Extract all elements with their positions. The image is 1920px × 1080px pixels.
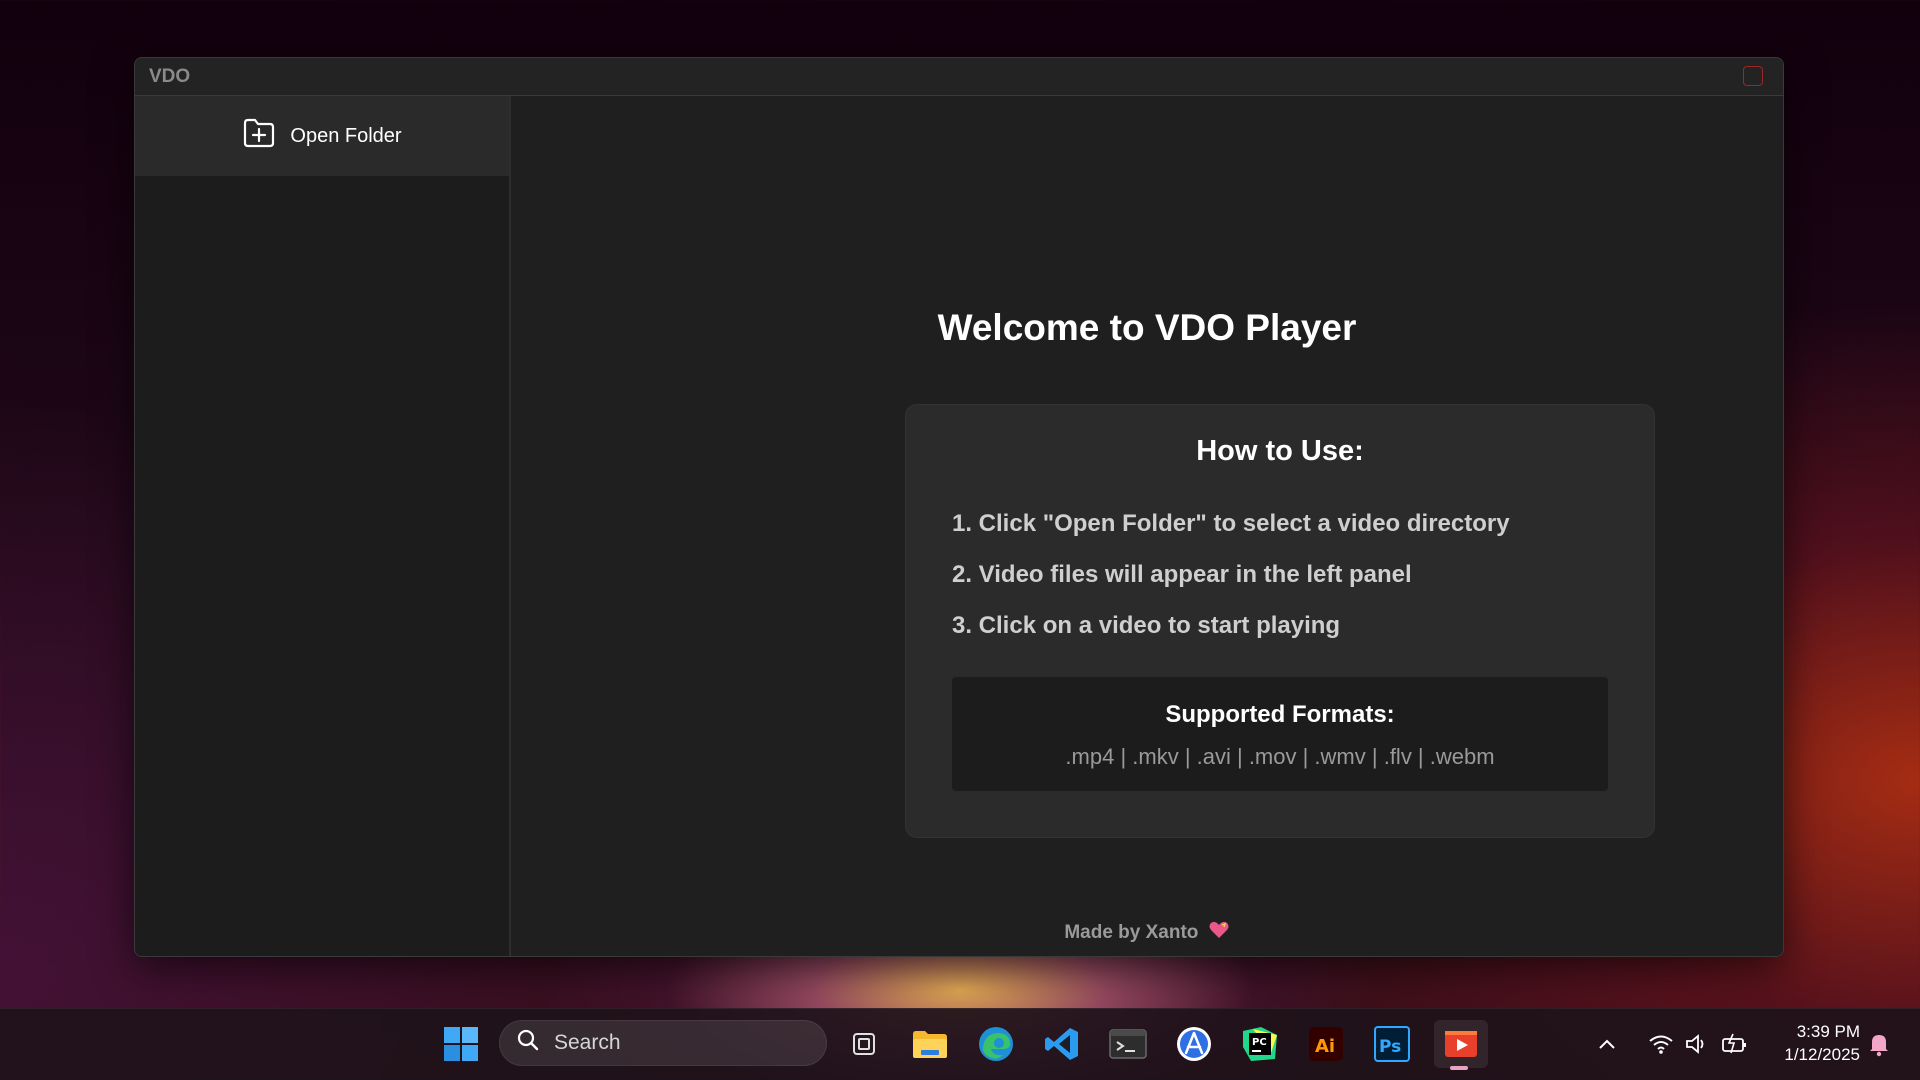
taskbar-search[interactable]: Search: [499, 1020, 827, 1066]
illustrator-label: Ai: [1315, 1036, 1335, 1057]
instructions-card: How to Use: 1. Click "Open Folder" to se…: [905, 404, 1655, 838]
clock-time: 3:39 PM: [1796, 1022, 1860, 1041]
system-clock[interactable]: 3:39 PM 1/12/2025: [1760, 1020, 1860, 1066]
footer-credit: Made by Xanto: [511, 920, 1783, 946]
search-placeholder: Search: [554, 1031, 621, 1054]
vscode-icon[interactable]: [1038, 1020, 1086, 1068]
battery-icon[interactable]: [1718, 1020, 1752, 1068]
taskbar: [0, 1008, 1920, 1080]
chevron-up-icon[interactable]: [1590, 1020, 1624, 1068]
close-button[interactable]: [1743, 66, 1763, 86]
notification-bell-icon[interactable]: [1862, 1020, 1896, 1068]
supported-formats-box: Supported Formats: .mp4 | .mkv | .avi | …: [952, 677, 1608, 791]
photoshop-icon[interactable]: Ps: [1368, 1020, 1416, 1068]
app-store-icon[interactable]: [1170, 1020, 1218, 1068]
pycharm-icon[interactable]: PC: [1236, 1020, 1284, 1068]
open-folder-label: Open Folder: [290, 124, 402, 147]
title-bar[interactable]: VDO: [135, 58, 1783, 96]
welcome-title: Welcome to VDO Player: [937, 307, 1357, 348]
credit-text: Made by Xanto: [1064, 922, 1199, 944]
open-folder-button[interactable]: Open Folder: [135, 96, 509, 176]
step-item: 2. Video files will appear in the left p…: [952, 561, 1412, 588]
formats-title: Supported Formats:: [1165, 701, 1395, 728]
how-to-title: How to Use:: [1196, 435, 1364, 467]
terminal-icon[interactable]: [1104, 1020, 1152, 1068]
sidebar: Open Folder: [135, 96, 511, 956]
main-panel: Welcome to VDO Player How to Use: 1. Cli…: [511, 96, 1783, 956]
pycharm-label: PC: [1252, 1037, 1267, 1048]
edge-icon[interactable]: [972, 1020, 1020, 1068]
wifi-icon[interactable]: [1644, 1020, 1678, 1068]
file-explorer-icon[interactable]: [906, 1020, 954, 1068]
start-icon[interactable]: [437, 1020, 485, 1068]
app-window: VDO Open Folder Welcome to VDO Player Ho…: [134, 57, 1784, 957]
step-item: 1. Click "Open Folder" to select a video…: [952, 510, 1510, 537]
step-item: 3. Click on a video to start playing: [952, 612, 1341, 639]
folder-plus-icon: [242, 117, 276, 155]
search-icon: [516, 1028, 540, 1058]
steps-list: 1. Click "Open Folder" to select a video…: [952, 509, 1510, 662]
heart-icon: [1208, 920, 1230, 946]
formats-list: .mp4 | .mkv | .avi | .mov | .wmv | .flv …: [1065, 744, 1495, 769]
volume-icon[interactable]: [1680, 1020, 1714, 1068]
task-view-icon[interactable]: [840, 1020, 888, 1068]
vdo-player-icon[interactable]: [1434, 1020, 1488, 1070]
illustrator-icon[interactable]: Ai: [1302, 1020, 1350, 1068]
clock-date: 1/12/2025: [1784, 1045, 1860, 1064]
window-title: VDO: [149, 66, 191, 87]
photoshop-label: Ps: [1379, 1037, 1401, 1057]
